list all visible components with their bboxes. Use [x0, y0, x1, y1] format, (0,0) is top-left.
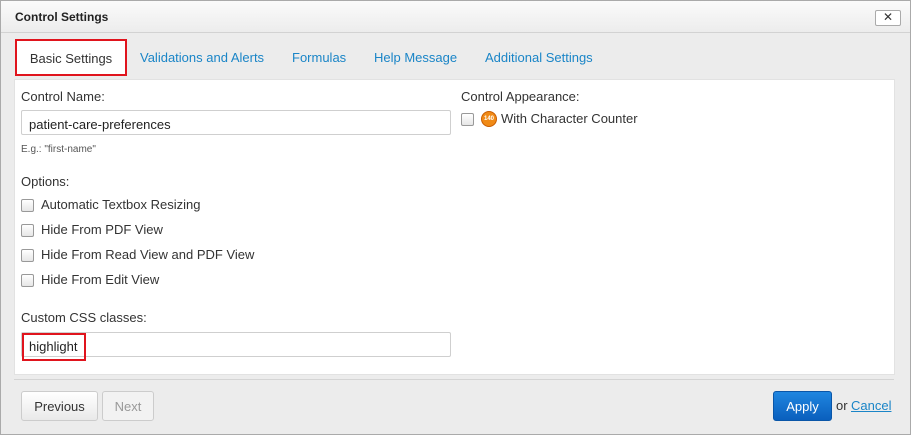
option-checkbox[interactable] — [21, 249, 34, 262]
css-classes-input[interactable]: highlight — [21, 332, 451, 357]
option-label[interactable]: Automatic Textbox Resizing — [41, 197, 200, 212]
css-classes-value: highlight — [29, 339, 78, 354]
option-checkbox[interactable] — [21, 199, 34, 212]
control-name-hint: E.g.: "first-name" — [21, 144, 96, 155]
control-appearance-label: Control Appearance: — [461, 89, 580, 104]
control-settings-dialog: Control Settings ✕ Basic Settings Valida… — [0, 0, 911, 435]
tab-formulas[interactable]: Formulas — [292, 39, 346, 75]
cancel-link[interactable]: Cancel — [851, 398, 891, 413]
next-button[interactable]: Next — [102, 391, 154, 421]
tab-bar: Basic Settings Validations and Alerts Fo… — [14, 39, 894, 77]
footer-divider — [14, 379, 894, 380]
tab-validations-and-alerts[interactable]: Validations and Alerts — [140, 39, 264, 75]
tab-help-message[interactable]: Help Message — [374, 39, 457, 75]
or-text: or — [836, 398, 848, 413]
dialog-titlebar: Control Settings ✕ — [1, 1, 910, 33]
apply-button[interactable]: Apply — [773, 391, 832, 421]
tab-additional-settings[interactable]: Additional Settings — [485, 39, 593, 75]
appearance-option-label[interactable]: With Character Counter — [501, 111, 638, 126]
previous-button[interactable]: Previous — [21, 391, 98, 421]
basic-settings-panel: Control Name: patient-care-preferences E… — [14, 79, 895, 375]
character-counter-icon: 140 — [481, 111, 497, 127]
control-name-value: patient-care-preferences — [29, 117, 171, 132]
options-label: Options: — [21, 174, 70, 189]
control-name-input[interactable]: patient-care-preferences — [21, 110, 451, 135]
option-label[interactable]: Hide From PDF View — [41, 222, 163, 237]
option-checkbox[interactable] — [21, 224, 34, 237]
close-button[interactable]: ✕ — [875, 10, 901, 26]
tab-basic-settings[interactable]: Basic Settings — [15, 39, 127, 76]
dialog-title: Control Settings — [15, 10, 109, 24]
option-label[interactable]: Hide From Read View and PDF View — [41, 247, 254, 262]
option-label[interactable]: Hide From Edit View — [41, 272, 159, 287]
option-checkbox[interactable] — [21, 274, 34, 287]
control-name-label: Control Name: — [21, 89, 105, 104]
appearance-checkbox[interactable] — [461, 113, 474, 126]
css-classes-label: Custom CSS classes: — [21, 310, 147, 325]
